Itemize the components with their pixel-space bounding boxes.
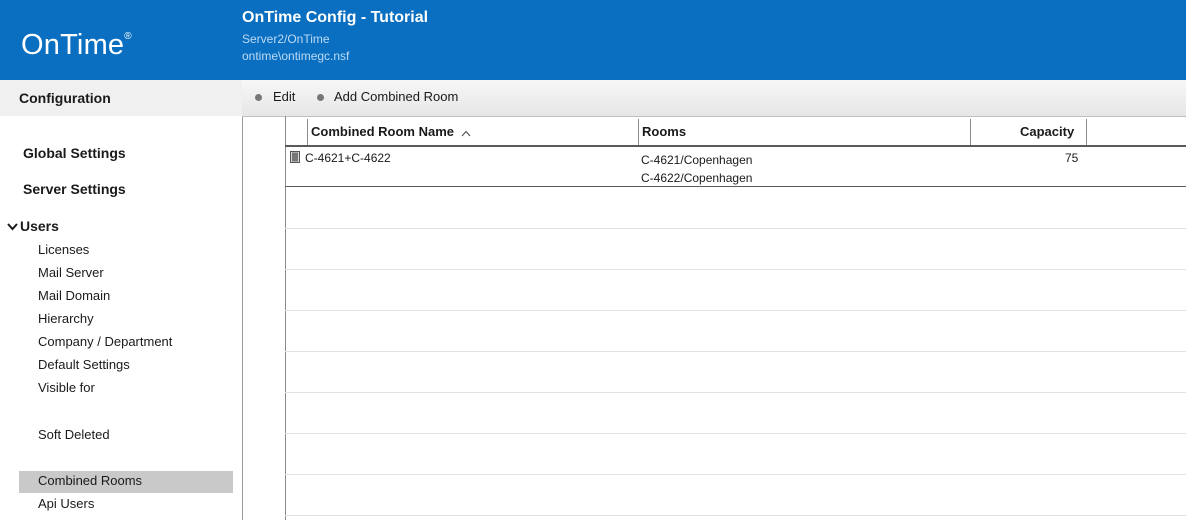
grid-line [285, 228, 1186, 229]
nav-company-department[interactable]: Company / Department [38, 334, 172, 349]
database-path: ontime\ontimegc.nsf [242, 49, 350, 63]
ontime-logo: OnTime® [8, 8, 234, 80]
nav-hierarchy[interactable]: Hierarchy [38, 311, 94, 326]
grid-line [285, 351, 1186, 352]
selection-margin-divider [285, 116, 286, 520]
nav-soft-deleted[interactable]: Soft Deleted [38, 427, 110, 442]
capacity-value: 75 [1065, 151, 1079, 165]
edit-bullet-icon [255, 94, 262, 101]
logo-text: OnTime® [21, 29, 132, 61]
sort-ascending-icon[interactable] [461, 125, 471, 140]
nav-mail-server[interactable]: Mail Server [38, 265, 104, 280]
chevron-down-icon[interactable] [7, 219, 18, 234]
configuration-label: Configuration [19, 90, 111, 106]
grid-line [285, 310, 1186, 311]
column-divider[interactable] [1086, 119, 1087, 145]
grid-line [285, 433, 1186, 434]
column-header-combined-room-name[interactable]: Combined Room Name [311, 124, 471, 140]
combined-room-name: C-4621+C-4622 [305, 151, 391, 165]
grid-line [285, 474, 1186, 475]
nav-api-users[interactable]: Api Users [38, 496, 94, 511]
nav-licenses[interactable]: Licenses [38, 242, 89, 257]
nav-global-settings[interactable]: Global Settings [23, 145, 126, 161]
view-top-border [242, 116, 1186, 117]
add-bullet-icon [317, 94, 324, 101]
view-left-border [242, 116, 243, 520]
row-separator [285, 186, 1186, 187]
nav-users[interactable]: Users [20, 218, 59, 234]
nav-mail-domain[interactable]: Mail Domain [38, 288, 110, 303]
header-bottom-border [285, 145, 1186, 147]
column-divider[interactable] [638, 119, 639, 145]
nav-visible-for[interactable]: Visible for [38, 380, 95, 395]
column-divider[interactable] [970, 119, 971, 145]
column-header-label: Combined Room Name [311, 124, 455, 139]
nav-default-settings[interactable]: Default Settings [38, 357, 130, 372]
door-icon [290, 151, 300, 166]
grid-line [285, 392, 1186, 393]
column-header-rooms[interactable]: Rooms [642, 124, 686, 139]
edit-button[interactable]: Edit [273, 89, 295, 104]
grid-line [285, 515, 1186, 516]
room-entry: C-4622/Copenhagen [641, 171, 753, 185]
nav-server-settings[interactable]: Server Settings [23, 181, 126, 197]
add-combined-room-button[interactable]: Add Combined Room [334, 89, 458, 104]
column-divider[interactable] [307, 119, 308, 145]
server-name: Server2/OnTime [242, 32, 330, 46]
nav-combined-rooms[interactable]: Combined Rooms [38, 473, 142, 488]
grid-line [285, 269, 1186, 270]
room-entry: C-4621/Copenhagen [641, 153, 753, 167]
page-title: OnTime Config - Tutorial [242, 9, 429, 26]
column-header-capacity[interactable]: Capacity [1020, 124, 1074, 139]
